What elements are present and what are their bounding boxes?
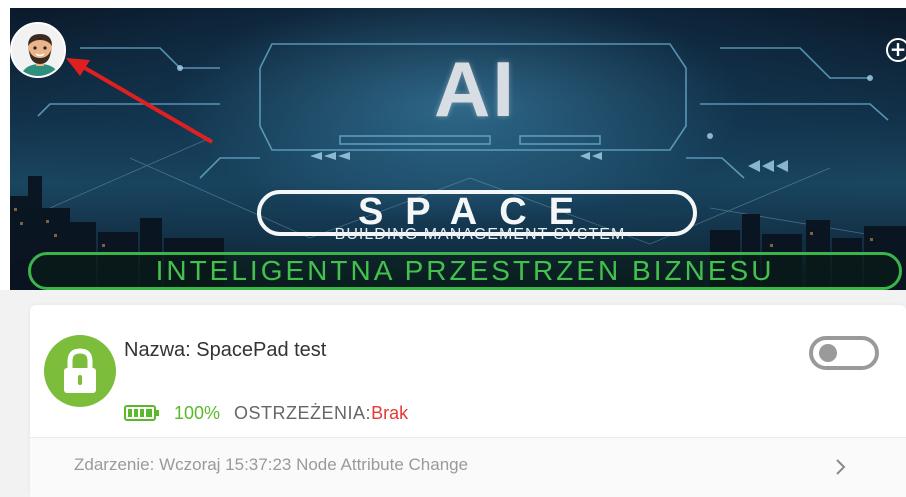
chevron-right-icon[interactable] <box>830 455 852 479</box>
avatar-face-graphic <box>12 24 64 76</box>
device-card[interactable]: Nazwa: SpacePad test 100% OSTRZEŻENIA: B… <box>30 305 906 497</box>
event-label: Zdarzenie: <box>74 455 155 474</box>
app-screen: AI SPACE BUILDING MANAGEMENT SYSTEM INTE… <box>0 0 906 497</box>
toggle-knob <box>819 344 837 362</box>
plus-circle-icon[interactable]: + <box>886 38 906 62</box>
banner-slogan: INTELIGENTNA PRZESTRZEN BIZNESU <box>28 252 902 290</box>
red-arrow-annotation <box>66 58 214 144</box>
user-avatar-icon[interactable] <box>10 22 66 78</box>
lock-glyph <box>64 348 96 393</box>
battery-full-icon <box>124 405 159 421</box>
device-status-row: 100% OSTRZEŻENIA: Brak <box>124 401 408 425</box>
device-name-label: Nazwa: <box>124 339 191 361</box>
warnings-label: OSTRZEŻENIA: <box>234 402 372 423</box>
battery-level: 100% <box>174 402 221 423</box>
device-name-value: SpacePad test <box>196 339 327 361</box>
event-value: Wczoraj 15:37:23 Node Attribute Change <box>159 455 469 474</box>
logo-subtitle: BUILDING MANAGEMENT SYSTEM <box>334 226 626 243</box>
device-name-row: Nazwa: SpacePad test <box>124 339 326 362</box>
banner-ai-title: AI <box>434 45 516 133</box>
warnings-value: Brak <box>371 402 409 423</box>
lock-icon <box>44 335 116 407</box>
header-banner: AI SPACE BUILDING MANAGEMENT SYSTEM INTE… <box>0 0 906 290</box>
last-event-row[interactable]: Zdarzenie: Wczoraj 15:37:23 Node Attribu… <box>30 438 906 497</box>
last-event-text: Zdarzenie: Wczoraj 15:37:23 Node Attribu… <box>74 455 468 475</box>
device-toggle[interactable] <box>809 336 879 370</box>
